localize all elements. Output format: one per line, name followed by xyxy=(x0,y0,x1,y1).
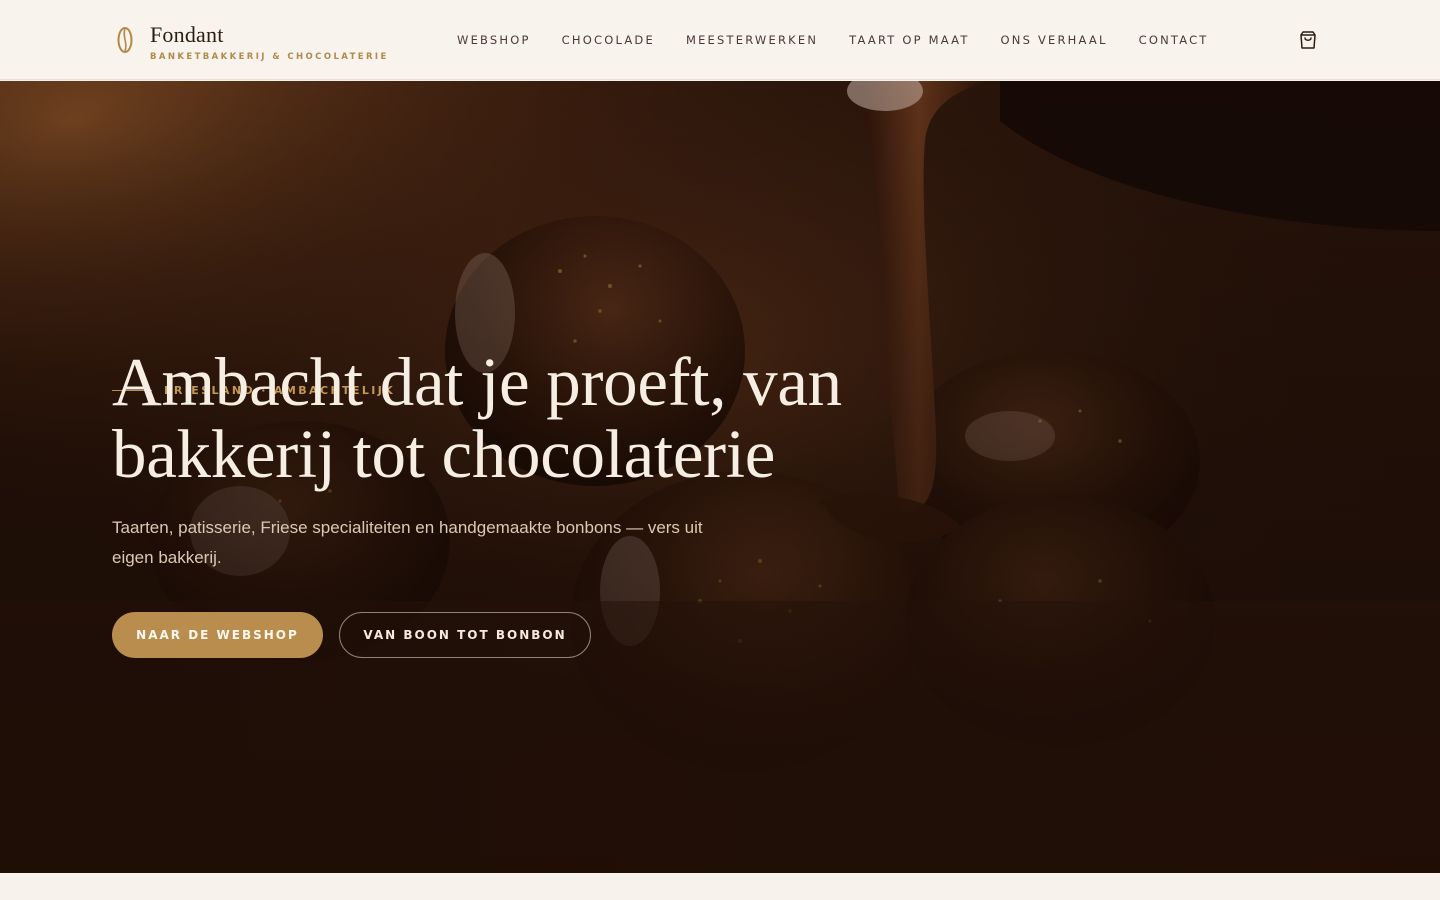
hero-title-line-2: bakkerij tot chocolaterie xyxy=(112,416,776,492)
hero-title-line-1: Ambacht dat je proeft, van xyxy=(112,344,842,420)
main-nav: WEBSHOP CHOCOLADE MEESTERWERKEN TAART OP… xyxy=(457,31,1240,49)
nav-item-ons-verhaal[interactable]: ONS VERHAAL xyxy=(1001,31,1108,49)
brand-tagline: BANKETBAKKERIJ & CHOCOLATERIE xyxy=(150,52,389,62)
nav-item-chocolade[interactable]: CHOCOLADE xyxy=(562,31,655,49)
webshop-button[interactable]: NAAR DE WEBSHOP xyxy=(112,612,323,658)
hero-subtitle: Taarten, patisserie, Friese specialiteit… xyxy=(112,518,703,567)
next-section-strip xyxy=(0,873,1440,900)
nav-item-meesterwerken[interactable]: MEESTERWERKEN xyxy=(686,31,818,49)
shopping-bag-icon xyxy=(1300,31,1316,49)
nav-item-taart-op-maat[interactable]: TAART OP MAAT xyxy=(849,31,969,49)
nav-item-webshop[interactable]: WEBSHOP xyxy=(457,31,531,49)
cart-button[interactable] xyxy=(1297,29,1319,51)
brand-name: Fondant xyxy=(150,22,224,47)
hero-title: Ambacht dat je proeft, van bakkerij tot … xyxy=(112,346,912,490)
site-header: Fondant BANKETBAKKERIJ & CHOCOLATERIE WE… xyxy=(0,0,1440,80)
nav-item-contact[interactable]: CONTACT xyxy=(1139,31,1209,49)
bean-to-bonbon-button[interactable]: VAN BOON TOT BONBON xyxy=(339,612,591,658)
cacao-bean-icon xyxy=(117,27,133,53)
